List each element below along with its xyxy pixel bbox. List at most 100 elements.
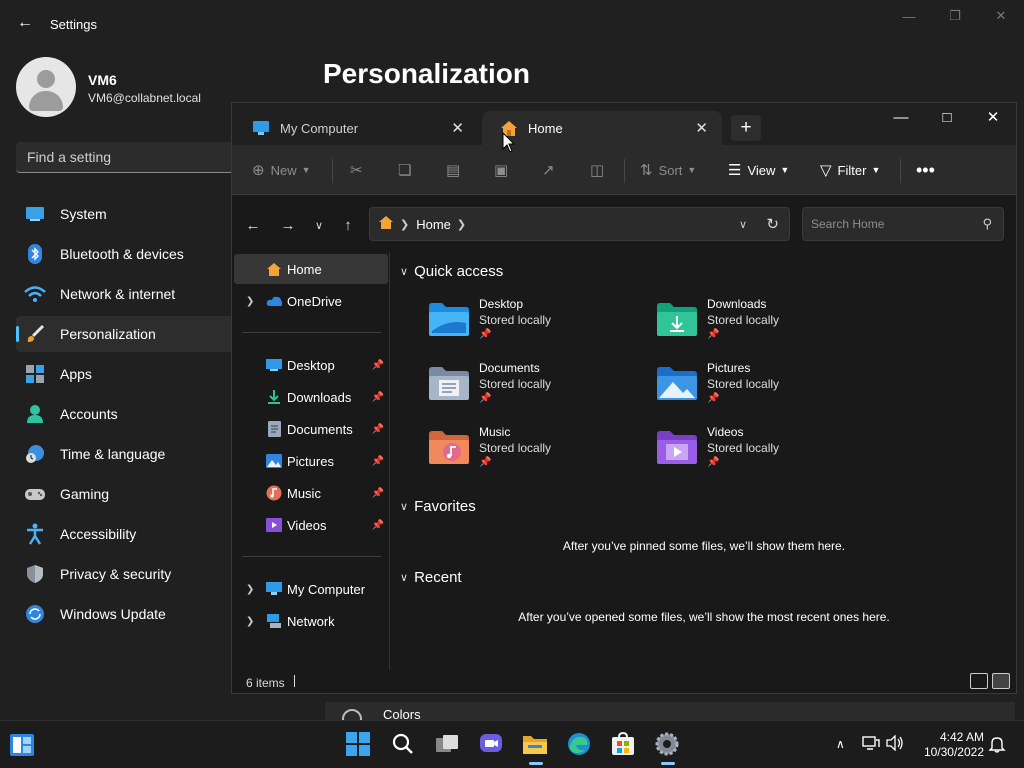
- quick-access-item-desktop[interactable]: Desktop Stored locally 📌: [428, 297, 628, 347]
- chevron-right-icon[interactable]: ❯: [457, 218, 466, 231]
- quick-access-item-music[interactable]: Music Stored locally 📌: [428, 425, 628, 475]
- sidebar-item-downloads[interactable]: Downloads 📌: [234, 382, 388, 412]
- nav-item-time-language[interactable]: Time & language: [16, 436, 231, 472]
- view-button[interactable]: ☰ View ▼: [728, 160, 789, 180]
- close-tab-icon[interactable]: ✕: [451, 119, 464, 137]
- network-status-icon[interactable]: [862, 735, 880, 754]
- forward-arrow-icon[interactable]: →: [278, 215, 298, 235]
- sidebar-item-music[interactable]: Music 📌: [234, 478, 388, 508]
- nav-item-windows-update[interactable]: Windows Update: [16, 596, 231, 632]
- file-explorer-icon[interactable]: [522, 731, 548, 765]
- chevron-right-icon[interactable]: ❯: [246, 616, 254, 627]
- computer-icon: [252, 119, 270, 137]
- cut-button[interactable]: ✂: [350, 160, 369, 180]
- sidebar-item-network[interactable]: ❯ Network: [234, 606, 388, 636]
- chevron-right-icon[interactable]: ❯: [246, 296, 254, 307]
- pin-icon: 📌: [371, 519, 384, 531]
- sidebar-item-desktop[interactable]: Desktop 📌: [234, 350, 388, 380]
- search-icon[interactable]: [390, 731, 416, 757]
- edge-icon[interactable]: [566, 731, 592, 757]
- rename-button[interactable]: ▣: [494, 160, 514, 180]
- sort-button[interactable]: ⇅ Sort ▼: [640, 160, 696, 180]
- close-tab-icon[interactable]: ✕: [695, 119, 708, 137]
- sidebar-item-my-computer[interactable]: ❯ My Computer: [234, 574, 388, 604]
- text-cursor: [294, 675, 295, 687]
- back-arrow-icon[interactable]: ←: [14, 12, 36, 34]
- back-arrow-icon[interactable]: ←: [243, 215, 263, 235]
- nav-item-gaming[interactable]: Gaming: [16, 476, 231, 512]
- quick-access-header[interactable]: ∨ Quick access: [400, 263, 503, 280]
- avatar[interactable]: [16, 57, 76, 117]
- nav-item-apps[interactable]: Apps: [16, 356, 231, 392]
- show-hidden-icons-chevron-icon[interactable]: ∧: [836, 737, 845, 751]
- system-clock[interactable]: 4:42 AM 10/30/2022: [916, 730, 984, 760]
- nav-item-system[interactable]: System: [16, 196, 231, 232]
- picture-icon: [266, 453, 282, 469]
- favorites-empty-message: After you’ve pinned some files, we’ll sh…: [562, 539, 846, 553]
- gamepad-icon: [24, 483, 46, 505]
- pin-icon: 📌: [371, 423, 384, 435]
- settings-window-controls: — ❐ ✕: [886, 0, 1024, 32]
- monitor-icon: [24, 203, 46, 225]
- sidebar-item-onedrive[interactable]: ❯ OneDrive: [234, 286, 388, 316]
- new-button[interactable]: ⊕ New ▼: [252, 160, 311, 180]
- colors-setting-row[interactable]: Colors: [325, 702, 1015, 729]
- delete-button[interactable]: ◫: [590, 160, 610, 180]
- task-view-icon[interactable]: [434, 731, 460, 757]
- item-status: Stored locally: [707, 377, 780, 391]
- share-button[interactable]: ↗: [542, 160, 561, 180]
- close-icon[interactable]: ✕: [978, 0, 1024, 32]
- sidebar-item-pictures[interactable]: Pictures 📌: [234, 446, 388, 476]
- nav-label: Privacy & security: [60, 566, 172, 582]
- apps-icon: [24, 363, 46, 385]
- address-dropdown-icon[interactable]: ∨: [739, 218, 747, 231]
- minimize-icon[interactable]: —: [886, 0, 932, 32]
- refresh-icon[interactable]: ↻: [766, 215, 779, 233]
- nav-item-network[interactable]: Network & internet: [16, 276, 231, 312]
- nav-item-bluetooth[interactable]: Bluetooth & devices: [16, 236, 231, 272]
- quick-access-item-downloads[interactable]: Downloads Stored locally 📌: [656, 297, 856, 347]
- maximize-icon[interactable]: □: [924, 103, 970, 131]
- new-tab-button[interactable]: +: [731, 115, 761, 141]
- nav-item-accessibility[interactable]: Accessibility: [16, 516, 231, 552]
- notification-icon[interactable]: [988, 735, 1006, 756]
- filter-button[interactable]: ▽ Filter ▼: [820, 160, 880, 180]
- address-segment[interactable]: Home: [416, 217, 451, 232]
- paste-button[interactable]: ▤: [446, 160, 466, 180]
- store-icon[interactable]: [610, 731, 636, 757]
- widgets-icon[interactable]: [9, 732, 35, 758]
- find-setting-input[interactable]: Find a setting: [16, 142, 231, 173]
- share-icon: ↗: [542, 162, 555, 179]
- recent-locations-chevron-icon[interactable]: ∨: [309, 215, 329, 235]
- tab-home[interactable]: Home ✕: [482, 111, 722, 145]
- nav-item-privacy[interactable]: Privacy & security: [16, 556, 231, 592]
- nav-item-accounts[interactable]: Accounts: [16, 396, 231, 432]
- view-list-icon: ☰: [728, 162, 742, 179]
- chevron-right-icon[interactable]: ❯: [246, 584, 254, 595]
- nav-item-personalization[interactable]: Personalization: [16, 316, 231, 352]
- recent-header[interactable]: ∨ Recent: [400, 569, 462, 586]
- quick-access-item-videos[interactable]: Videos Stored locally 📌: [656, 425, 856, 475]
- address-bar[interactable]: ❯ Home ❯ ∨ ↻: [369, 207, 790, 241]
- tiles-view-icon[interactable]: [992, 673, 1010, 689]
- sidebar-item-documents[interactable]: Documents 📌: [234, 414, 388, 444]
- quick-access-item-pictures[interactable]: Pictures Stored locally 📌: [656, 361, 856, 411]
- quick-access-item-documents[interactable]: Documents Stored locally 📌: [428, 361, 628, 411]
- restore-icon[interactable]: ❐: [932, 0, 978, 32]
- sidebar-item-home[interactable]: Home: [234, 254, 388, 284]
- tab-my-computer[interactable]: My Computer ✕: [234, 111, 478, 145]
- chat-icon[interactable]: [478, 731, 504, 757]
- nav-label: Accessibility: [60, 526, 137, 542]
- minimize-icon[interactable]: —: [878, 103, 924, 131]
- favorites-header[interactable]: ∨ Favorites: [400, 498, 476, 515]
- start-icon[interactable]: [345, 731, 371, 757]
- settings-gear-icon[interactable]: [654, 731, 680, 765]
- details-view-icon[interactable]: [970, 673, 988, 689]
- more-options-icon[interactable]: •••: [916, 160, 935, 180]
- close-icon[interactable]: ✕: [970, 103, 1016, 131]
- up-arrow-icon[interactable]: ↑: [338, 215, 358, 235]
- search-input[interactable]: Search Home ⚲: [802, 207, 1004, 241]
- copy-button[interactable]: ❏: [398, 160, 417, 180]
- volume-icon[interactable]: [886, 734, 904, 754]
- sidebar-item-videos[interactable]: Videos 📌: [234, 510, 388, 540]
